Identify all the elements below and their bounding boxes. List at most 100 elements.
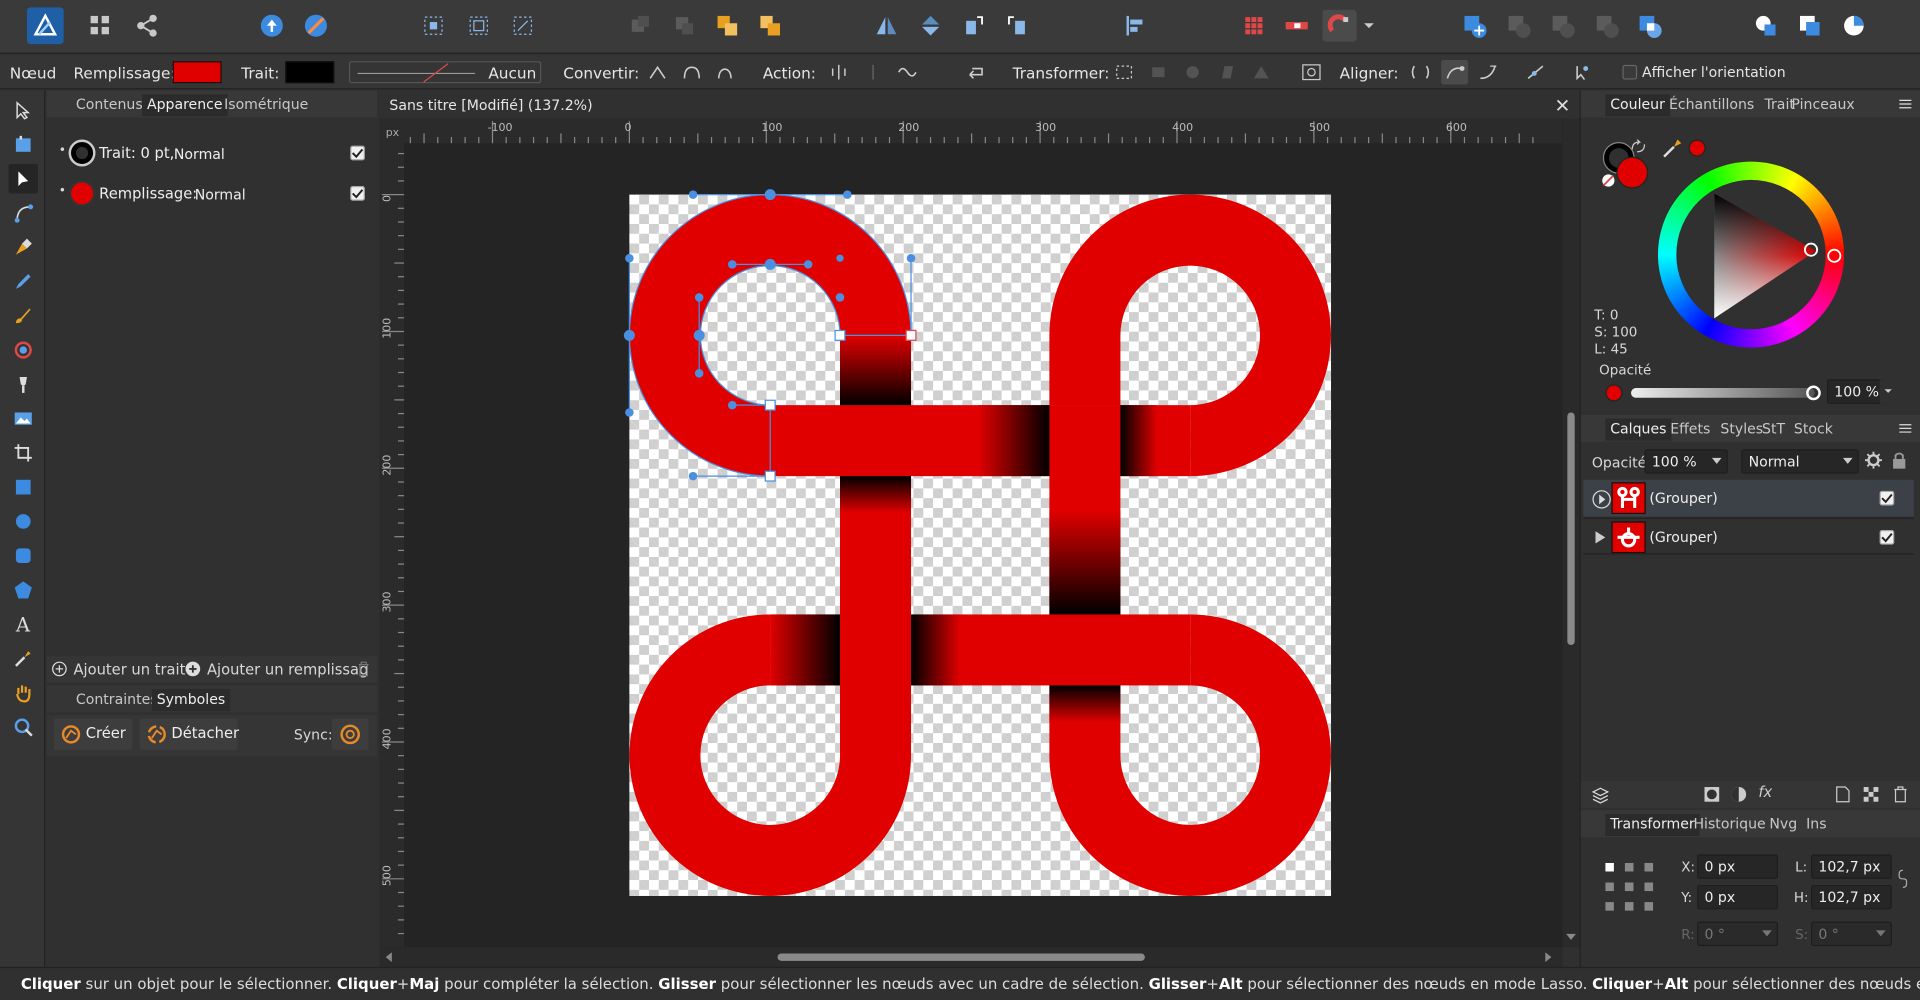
tab-constraints[interactable]: Contraintes (71, 689, 162, 711)
select-group-icon[interactable] (416, 10, 450, 42)
arrange-front-icon[interactable] (753, 10, 787, 42)
tab-text-styles[interactable]: StT (1757, 419, 1790, 441)
mask-icon[interactable] (1703, 786, 1720, 803)
height-field[interactable]: 102,7 px (1811, 884, 1892, 910)
arrange-up-icon[interactable] (667, 10, 701, 42)
expand-layer-icon[interactable] (1594, 531, 1606, 544)
width-field[interactable]: 102,7 px (1811, 854, 1892, 879)
snap-node-icon[interactable] (1522, 60, 1549, 84)
add-stroke-button[interactable]: Ajouter un trait (73, 661, 185, 678)
affinity-logo-icon[interactable] (26, 7, 64, 45)
adjustment-icon[interactable] (1730, 786, 1747, 803)
magnet-icon[interactable] (1322, 9, 1357, 42)
arrange-back-icon[interactable] (623, 10, 657, 42)
tab-history[interactable]: Historique (1689, 814, 1771, 836)
opacity-dropdown[interactable] (1879, 379, 1902, 404)
tab-info[interactable]: Ins (1801, 814, 1831, 836)
node-tool-icon[interactable] (8, 164, 38, 194)
tab-isometric[interactable]: Isométrique (219, 94, 313, 116)
ellipse-tool-icon[interactable] (9, 507, 38, 536)
subtract-boolean-icon[interactable] (1501, 10, 1535, 42)
rectangle-tool-icon[interactable] (9, 472, 38, 501)
tab-contents[interactable]: Contenus (71, 94, 148, 116)
align-nodes-vertical-icon[interactable] (1441, 59, 1469, 85)
tab-symbols[interactable]: Symboles (151, 689, 231, 712)
align-icon[interactable] (1118, 10, 1152, 42)
layer-opacity-field[interactable]: 100 % (1644, 449, 1728, 474)
align-nodes-distribute-icon[interactable] (1474, 60, 1501, 84)
intersect-boolean-icon[interactable] (1545, 10, 1579, 42)
color-triangle[interactable] (1658, 162, 1844, 348)
layers-stack-icon[interactable] (1591, 785, 1611, 805)
stroke-row[interactable]: • Trait: 0 pt, Normal (47, 137, 378, 169)
layer-settings-gear-icon[interactable] (1864, 451, 1883, 469)
stroke-visible-checkbox[interactable] (350, 145, 365, 161)
crop-tool-icon[interactable] (9, 438, 38, 467)
fill-visible-checkbox[interactable] (350, 186, 365, 201)
convert-sharp-icon[interactable] (644, 60, 671, 84)
convert-smooth-icon[interactable] (678, 60, 705, 84)
transform-rotate-icon[interactable] (1179, 60, 1206, 84)
lock-icon[interactable] (1892, 452, 1907, 469)
layer-visible-checkbox[interactable] (1879, 529, 1895, 545)
fill-tool-icon[interactable] (9, 335, 38, 364)
expand-layer-icon[interactable] (1592, 490, 1612, 510)
stroke-style-selector[interactable]: Aucun (348, 61, 542, 84)
tab-brushes[interactable]: Pinceaux (1787, 94, 1860, 116)
swap-colors-icon[interactable] (1630, 139, 1647, 155)
fill-swatch[interactable] (172, 61, 222, 84)
sync-toggle[interactable] (331, 718, 369, 751)
layer-row[interactable]: (Grouper) (1583, 517, 1914, 555)
smooth-curve-icon[interactable] (894, 60, 921, 84)
transform-mode-icon[interactable] (1111, 60, 1138, 84)
rotate-left-icon[interactable] (956, 10, 990, 42)
x-field[interactable]: 0 px (1697, 854, 1778, 879)
tab-layers[interactable]: Calques (1605, 418, 1672, 441)
break-curve-icon[interactable] (825, 60, 852, 84)
layers-menu-icon[interactable] (1899, 422, 1912, 434)
command-symbol-artwork[interactable] (623, 189, 1331, 896)
divide-boolean-icon[interactable] (1632, 10, 1666, 42)
vertical-scrollbar[interactable] (1562, 118, 1580, 948)
delete-layer-icon[interactable] (1893, 786, 1908, 803)
tab-effects[interactable]: Effets (1665, 419, 1715, 441)
tab-color[interactable]: Couleur (1605, 94, 1670, 117)
upload-icon[interactable] (255, 10, 289, 42)
share-icon[interactable] (130, 10, 164, 42)
color-picker-tool-icon[interactable] (9, 644, 38, 673)
no-sharing-icon[interactable] (299, 10, 333, 42)
select-frame-icon[interactable] (462, 10, 496, 42)
transform-flip-icon[interactable] (1248, 60, 1275, 84)
arrange-down-icon[interactable] (710, 10, 744, 42)
picked-color-swatch[interactable] (1688, 139, 1706, 157)
close-document-icon[interactable] (1555, 98, 1570, 113)
flip-horizontal-icon[interactable] (869, 10, 903, 42)
pencil-tool-icon[interactable] (9, 267, 38, 296)
y-field[interactable]: 0 px (1697, 884, 1778, 910)
add-layer-icon[interactable] (1836, 786, 1851, 803)
canvas-viewport[interactable]: px -100 0 100 200 300 400 500 600 0 100 200 300 400… (379, 118, 1563, 948)
fill-row[interactable]: • Remplissage: Normal (47, 177, 378, 209)
horizontal-scroll-thumb[interactable] (777, 953, 1145, 961)
layer-row[interactable]: (Grouper) (1583, 479, 1914, 517)
grid-icon[interactable] (1237, 10, 1271, 42)
anchor-point-selector[interactable] (1605, 862, 1654, 912)
tab-transform[interactable]: Transformer (1605, 813, 1700, 836)
fx-icon[interactable]: fx (1758, 783, 1772, 800)
scroll-right-icon[interactable] (1543, 952, 1553, 963)
polygon-tool-icon[interactable] (9, 575, 38, 604)
link-proportions-icon[interactable] (1898, 869, 1908, 889)
dropdown-icon[interactable] (1360, 10, 1377, 42)
vertical-scroll-thumb[interactable] (1567, 412, 1575, 646)
xor-boolean-icon[interactable] (1589, 10, 1623, 42)
text-tool-icon[interactable]: A (9, 610, 38, 639)
layer-visible-checkbox[interactable] (1879, 490, 1895, 506)
transparency-tool-icon[interactable] (9, 370, 38, 399)
tab-swatches[interactable]: Échantillons (1664, 94, 1759, 116)
rotation-field[interactable]: 0 ° (1697, 921, 1778, 947)
tab-navigator[interactable]: Nvg (1764, 814, 1802, 836)
corner-tool-icon[interactable] (9, 198, 38, 227)
add-boolean-icon[interactable] (1457, 10, 1491, 42)
add-pixel-layer-icon[interactable] (1862, 786, 1879, 803)
fill-stroke-selector[interactable] (1602, 139, 1664, 194)
